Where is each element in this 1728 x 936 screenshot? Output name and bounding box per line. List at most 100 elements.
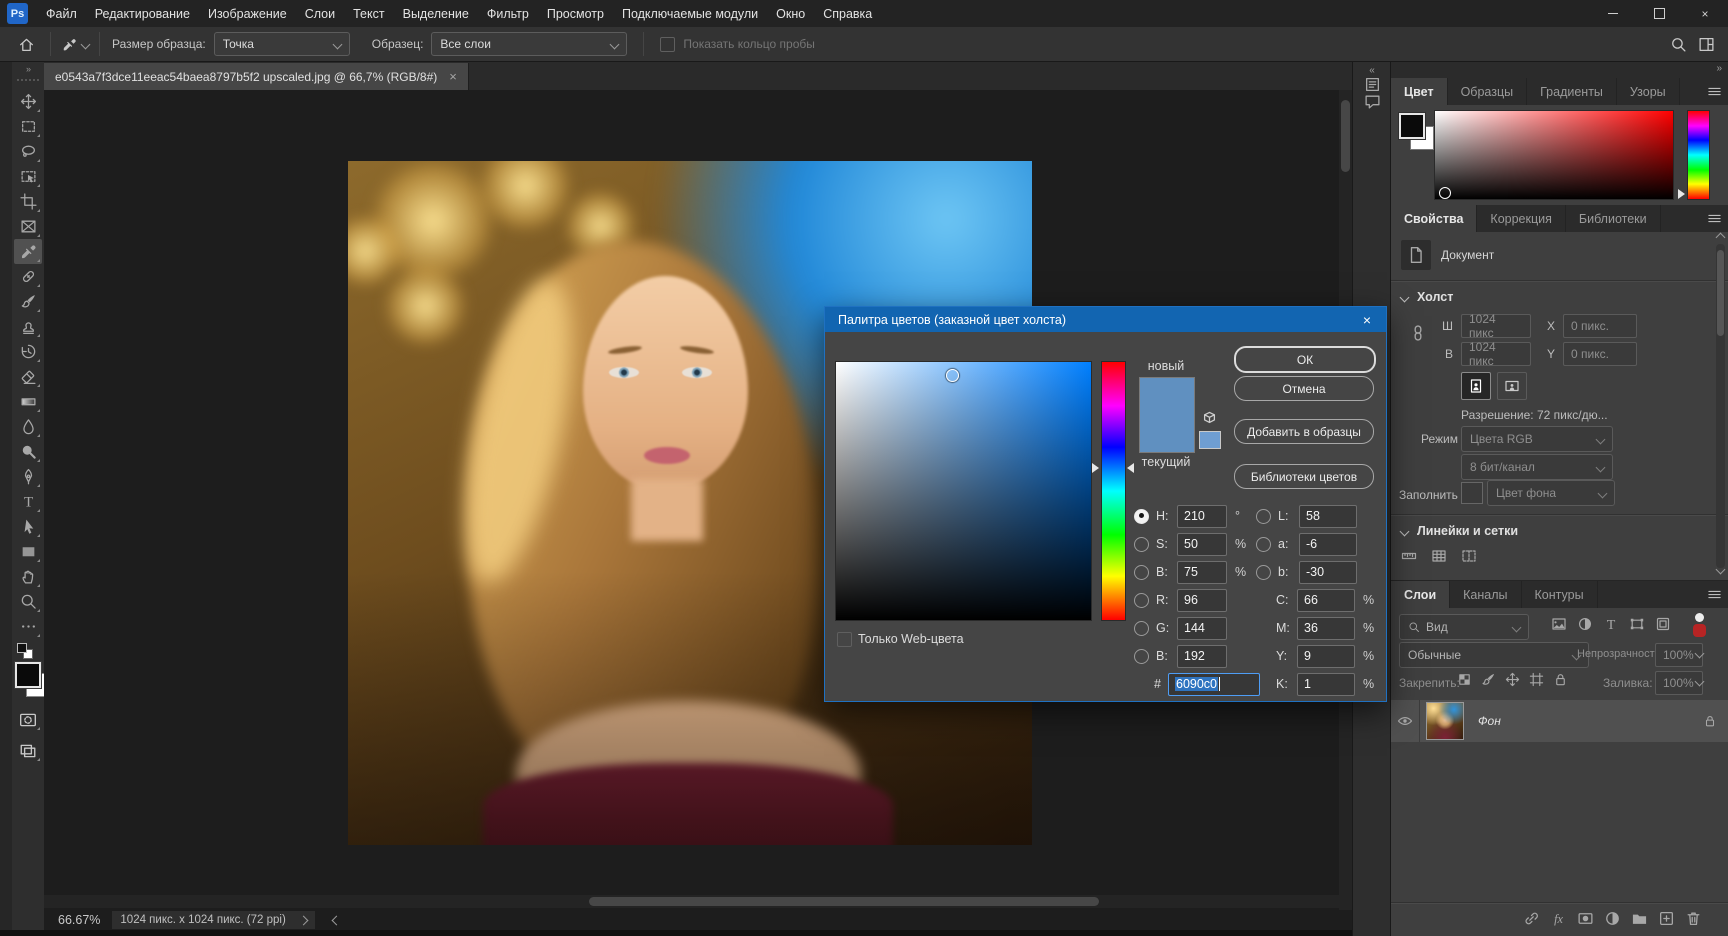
field-input-B[interactable]: 192 — [1177, 645, 1227, 668]
field-input-Y[interactable]: 9 — [1297, 645, 1355, 668]
maximize-button[interactable] — [1636, 0, 1682, 27]
color-ramp-marker[interactable] — [1439, 187, 1451, 199]
brush-icon[interactable] — [1481, 672, 1496, 687]
spot-healing-brush-tool[interactable] — [14, 264, 42, 289]
horizontal-scrollbar[interactable] — [44, 895, 1339, 908]
menu-item-4[interactable]: Текст — [344, 7, 393, 21]
field-input-hex[interactable]: 6090c0 — [1168, 673, 1260, 696]
height-field[interactable]: 1024 пикс — [1461, 342, 1531, 366]
frame-tool[interactable] — [14, 214, 42, 239]
properties-scrollbar[interactable] — [1716, 244, 1725, 568]
checker-icon[interactable] — [1457, 672, 1472, 687]
panel-menu-icon[interactable] — [1699, 581, 1728, 608]
menu-item-6[interactable]: Фильтр — [478, 7, 538, 21]
lock-icon[interactable] — [1553, 672, 1568, 687]
radio-R[interactable] — [1134, 593, 1149, 608]
tab-properties-1[interactable]: Коррекция — [1477, 205, 1565, 232]
menu-item-3[interactable]: Слои — [296, 7, 344, 21]
crop-tool[interactable] — [14, 189, 42, 214]
panel-hue-slider[interactable] — [1687, 110, 1710, 200]
tab-layers-2[interactable]: Контуры — [1522, 581, 1598, 608]
layer-filter-dropdown[interactable]: Вид — [1399, 614, 1529, 640]
artboard-icon[interactable] — [1529, 672, 1544, 687]
foreground-color-swatch[interactable] — [15, 662, 41, 688]
zoom-tool[interactable] — [14, 589, 42, 614]
toolbar-grip[interactable] — [17, 79, 39, 85]
gamut-color-swatch[interactable] — [1199, 431, 1221, 449]
y-field[interactable]: 0 пикс. — [1563, 342, 1637, 366]
add-to-swatches-button[interactable]: Добавить в образцы — [1234, 419, 1374, 444]
gamut-warning-icon[interactable] — [1201, 410, 1218, 427]
tab-properties-0[interactable]: Свойства — [1391, 205, 1477, 232]
close-tab-icon[interactable]: × — [449, 69, 457, 84]
new-layer-icon[interactable] — [1658, 910, 1675, 927]
status-chevron-right-icon[interactable] — [298, 915, 308, 925]
tool-preset-button[interactable] — [61, 31, 89, 57]
layer-thumbnail[interactable] — [1426, 702, 1464, 740]
menu-item-5[interactable]: Выделение — [394, 7, 478, 21]
tab-layers-0[interactable]: Слои — [1391, 581, 1450, 608]
path-selection-tool[interactable] — [14, 514, 42, 539]
eraser-tool[interactable] — [14, 364, 42, 389]
tab-layers-1[interactable]: Каналы — [1450, 581, 1521, 608]
horizontal-scrollbar-thumb[interactable] — [589, 897, 1099, 906]
field-input-R[interactable]: 96 — [1177, 589, 1227, 612]
rectangular-marquee-tool[interactable] — [14, 114, 42, 139]
tab-properties-2[interactable]: Библиотеки — [1566, 205, 1661, 232]
rulers-section-header[interactable]: Линейки и сетки — [1401, 524, 1518, 538]
edit-toolbar-button[interactable] — [14, 614, 42, 639]
trash-icon[interactable] — [1685, 910, 1702, 927]
tab-color-3[interactable]: Узоры — [1617, 78, 1680, 105]
document-info[interactable]: 1024 пикс. x 1024 пикс. (72 ppi) — [112, 911, 314, 929]
comments-icon[interactable] — [1353, 93, 1391, 110]
shape-icon[interactable] — [1629, 616, 1645, 632]
panel-menu-icon[interactable] — [1699, 78, 1728, 105]
close-window-button[interactable]: × — [1682, 0, 1728, 27]
radio-H[interactable] — [1134, 509, 1149, 524]
current-color-swatch[interactable] — [1140, 415, 1194, 452]
field-input-K[interactable]: 1 — [1297, 673, 1355, 696]
dialog-title-bar[interactable]: Палитра цветов (заказной цвет холста) × — [825, 307, 1386, 332]
radio-B[interactable] — [1134, 565, 1149, 580]
grid-icon[interactable] — [1431, 548, 1447, 564]
search-button[interactable] — [1664, 31, 1692, 57]
field-input-S[interactable]: 50 — [1177, 533, 1227, 556]
field-input-B[interactable]: 75 — [1177, 561, 1227, 584]
expand-toolbar-chevrons[interactable]: » — [12, 62, 44, 77]
layer-name[interactable]: Фон — [1478, 714, 1501, 728]
lasso-tool[interactable] — [14, 139, 42, 164]
smart-object-icon[interactable] — [1655, 616, 1671, 632]
properties-scrollbar-thumb[interactable] — [1717, 250, 1724, 336]
document-tab[interactable]: e0543a7f3dce11eeac54baea8797b5f2 upscale… — [44, 63, 469, 90]
zoom-level[interactable]: 66.67% — [58, 913, 100, 927]
clone-stamp-tool[interactable] — [14, 314, 42, 339]
vertical-scrollbar-thumb[interactable] — [1341, 100, 1350, 172]
width-field[interactable]: 1024 пикс — [1461, 314, 1531, 338]
field-input-a[interactable]: -6 — [1299, 533, 1357, 556]
tab-color-0[interactable]: Цвет — [1391, 78, 1448, 105]
home-button[interactable] — [12, 31, 40, 57]
layer-row[interactable]: Фон — [1391, 700, 1728, 742]
color-mode-dropdown[interactable]: Цвета RGB — [1461, 426, 1613, 452]
menu-item-1[interactable]: Редактирование — [86, 7, 199, 21]
type-tool[interactable]: T — [14, 489, 42, 514]
screen-mode-button[interactable] — [14, 738, 42, 763]
radio-L[interactable] — [1256, 509, 1271, 524]
canvas-section-header[interactable]: Холст — [1401, 290, 1453, 304]
mask-icon[interactable] — [1577, 910, 1594, 927]
panel-hue-slider-arrow[interactable] — [1678, 189, 1685, 199]
menu-item-10[interactable]: Справка — [814, 7, 881, 21]
field-input-b[interactable]: -30 — [1299, 561, 1357, 584]
hue-slider[interactable] — [1101, 361, 1126, 621]
portrait-orientation-button[interactable] — [1461, 372, 1491, 400]
radio-a[interactable] — [1256, 537, 1271, 552]
radio-b[interactable] — [1256, 565, 1271, 580]
pen-tool[interactable] — [14, 464, 42, 489]
scroll-up-icon[interactable] — [1716, 233, 1726, 243]
sample-dropdown[interactable]: Все слои — [431, 32, 627, 56]
eyedropper-tool[interactable] — [14, 239, 42, 264]
folder-icon[interactable] — [1631, 910, 1648, 927]
type-icon[interactable]: T — [1603, 616, 1619, 632]
field-input-M[interactable]: 36 — [1297, 617, 1355, 640]
cancel-button[interactable]: Отмена — [1234, 376, 1374, 401]
